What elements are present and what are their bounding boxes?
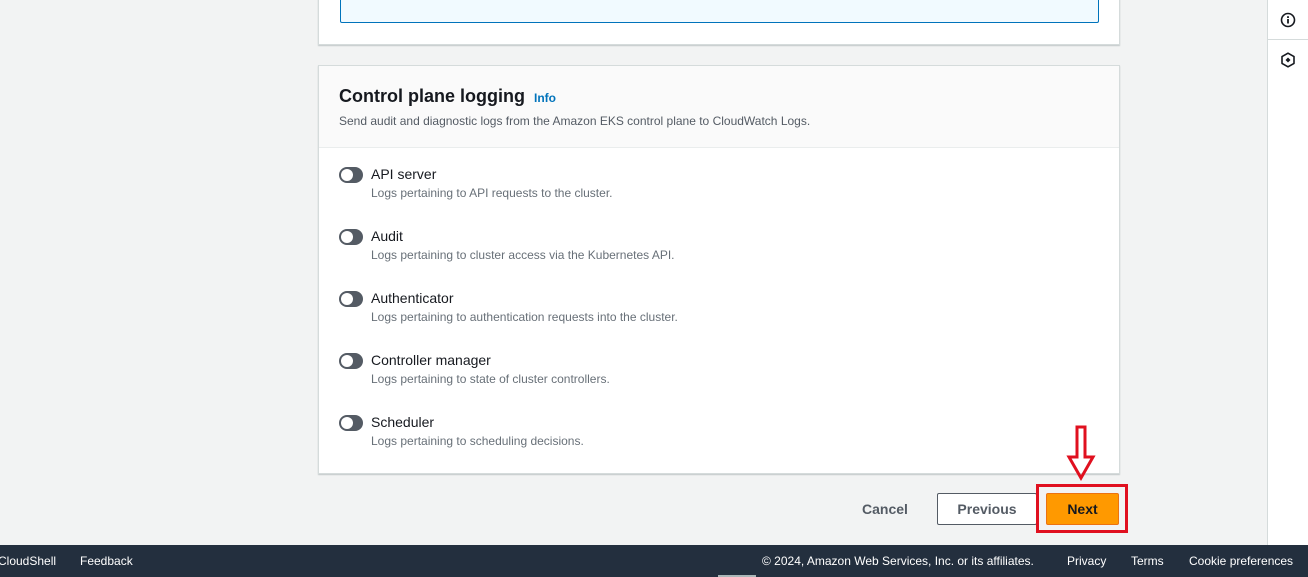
audit-toggle[interactable] — [339, 229, 363, 245]
toggle-label: Controller manager — [371, 352, 491, 368]
terms-link[interactable]: Terms — [1131, 554, 1164, 568]
info-link[interactable]: Info — [534, 91, 556, 105]
toggle-description: Logs pertaining to cluster access via th… — [371, 248, 675, 262]
console-footer: CloudShell Feedback © 2024, Amazon Web S… — [0, 545, 1308, 577]
toggle-item-scheduler: Scheduler Logs pertaining to scheduling … — [339, 414, 1099, 476]
control-plane-logging-card: Control plane logging Info Send audit an… — [318, 65, 1120, 474]
toggle-description: Logs pertaining to API requests to the c… — [371, 186, 613, 200]
log-type-list: API server Logs pertaining to API reques… — [319, 148, 1119, 476]
toggle-description: Logs pertaining to scheduling decisions. — [371, 434, 584, 448]
scheduler-toggle[interactable] — [339, 415, 363, 431]
api-server-toggle[interactable] — [339, 167, 363, 183]
annotation-down-arrow-icon — [1066, 425, 1096, 481]
hexagon-tool-button[interactable] — [1268, 40, 1308, 80]
cloudshell-link[interactable]: CloudShell — [0, 554, 56, 568]
feedback-link[interactable]: Feedback — [80, 554, 133, 568]
toggle-label: Audit — [371, 228, 403, 244]
toggle-item-authenticator: Authenticator Logs pertaining to authent… — [339, 290, 1099, 352]
toggle-description: Logs pertaining to authentication reques… — [371, 310, 678, 324]
toggle-label: Authenticator — [371, 290, 454, 306]
toggle-description: Logs pertaining to state of cluster cont… — [371, 372, 610, 386]
previous-section-card — [318, 0, 1120, 45]
toggle-label: API server — [371, 166, 437, 182]
copyright-text: © 2024, Amazon Web Services, Inc. or its… — [762, 554, 1034, 568]
info-circle-icon — [1280, 12, 1296, 27]
section-title: Control plane logging — [339, 86, 525, 106]
controller-manager-toggle[interactable] — [339, 353, 363, 369]
cancel-button[interactable]: Cancel — [850, 494, 920, 524]
privacy-link[interactable]: Privacy — [1067, 554, 1106, 568]
toggle-item-audit: Audit Logs pertaining to cluster access … — [339, 228, 1099, 290]
right-tools-rail — [1267, 0, 1308, 545]
card-header: Control plane logging Info Send audit an… — [319, 66, 1119, 148]
main-content: Control plane logging Info Send audit an… — [0, 0, 1267, 545]
next-button[interactable]: Next — [1046, 493, 1119, 525]
cookie-preferences-link[interactable]: Cookie preferences — [1189, 554, 1293, 568]
previous-button[interactable]: Previous — [937, 493, 1037, 525]
toggle-item-controller-manager: Controller manager Logs pertaining to st… — [339, 352, 1099, 414]
section-description: Send audit and diagnostic logs from the … — [339, 114, 811, 128]
hexagon-settings-icon — [1281, 52, 1295, 68]
info-alert-box — [340, 0, 1099, 23]
toggle-item-api-server: API server Logs pertaining to API reques… — [339, 166, 1099, 228]
info-panel-button[interactable] — [1268, 0, 1308, 40]
toggle-label: Scheduler — [371, 414, 435, 430]
authenticator-toggle[interactable] — [339, 291, 363, 307]
